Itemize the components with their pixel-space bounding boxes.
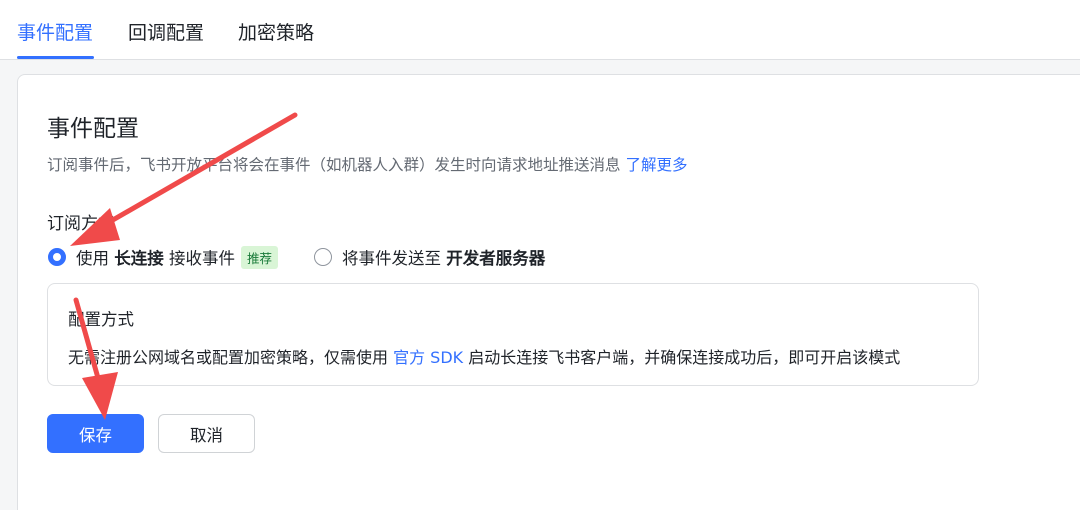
subscription-method-label: 订阅方式	[47, 214, 115, 234]
radio-label-developer-server: 将事件发送至 开发者服务器	[342, 249, 546, 268]
radio-button-checked[interactable]	[48, 248, 66, 266]
section-description: 订阅事件后，飞书开放平台将会在事件（如机器人入群）发生时向请求地址推送消息 了解…	[47, 153, 687, 175]
recommended-badge: 推荐	[241, 245, 279, 269]
description-text: 订阅事件后，飞书开放平台将会在事件（如机器人入群）发生时向请求地址推送消息	[47, 156, 621, 174]
tab-encryption-strategy[interactable]: 加密策略	[238, 18, 314, 45]
radio-button-unchecked[interactable]	[314, 248, 332, 266]
tab-event-config[interactable]: 事件配置	[17, 18, 93, 45]
config-method-title: 配置方式	[68, 310, 134, 329]
radio-option-developer-server[interactable]: 将事件发送至 开发者服务器	[314, 245, 545, 269]
page-title: 事件配置	[47, 116, 139, 142]
tab-callback-config[interactable]: 回调配置	[128, 18, 204, 45]
tab-bar: 事件配置 回调配置 加密策略	[0, 0, 1080, 60]
learn-more-link[interactable]: 了解更多	[625, 156, 687, 174]
event-config-card: 事件配置 订阅事件后，飞书开放平台将会在事件（如机器人入群）发生时向请求地址推送…	[17, 74, 1080, 510]
active-tab-indicator	[17, 56, 94, 59]
save-button[interactable]: 保存	[47, 414, 144, 453]
radio-label-long-connection: 使用 长连接 接收事件	[76, 249, 235, 268]
config-method-text: 无需注册公网域名或配置加密策略，仅需使用 官方 SDK 启动长连接飞书客户端，并…	[68, 348, 901, 367]
cancel-button[interactable]: 取消	[158, 414, 255, 453]
radio-option-long-connection[interactable]: 使用 长连接 接收事件 推荐	[48, 245, 279, 269]
config-method-box: 配置方式 无需注册公网域名或配置加密策略，仅需使用 官方 SDK 启动长连接飞书…	[47, 283, 979, 386]
official-sdk-link[interactable]: 官方 SDK	[393, 348, 463, 367]
